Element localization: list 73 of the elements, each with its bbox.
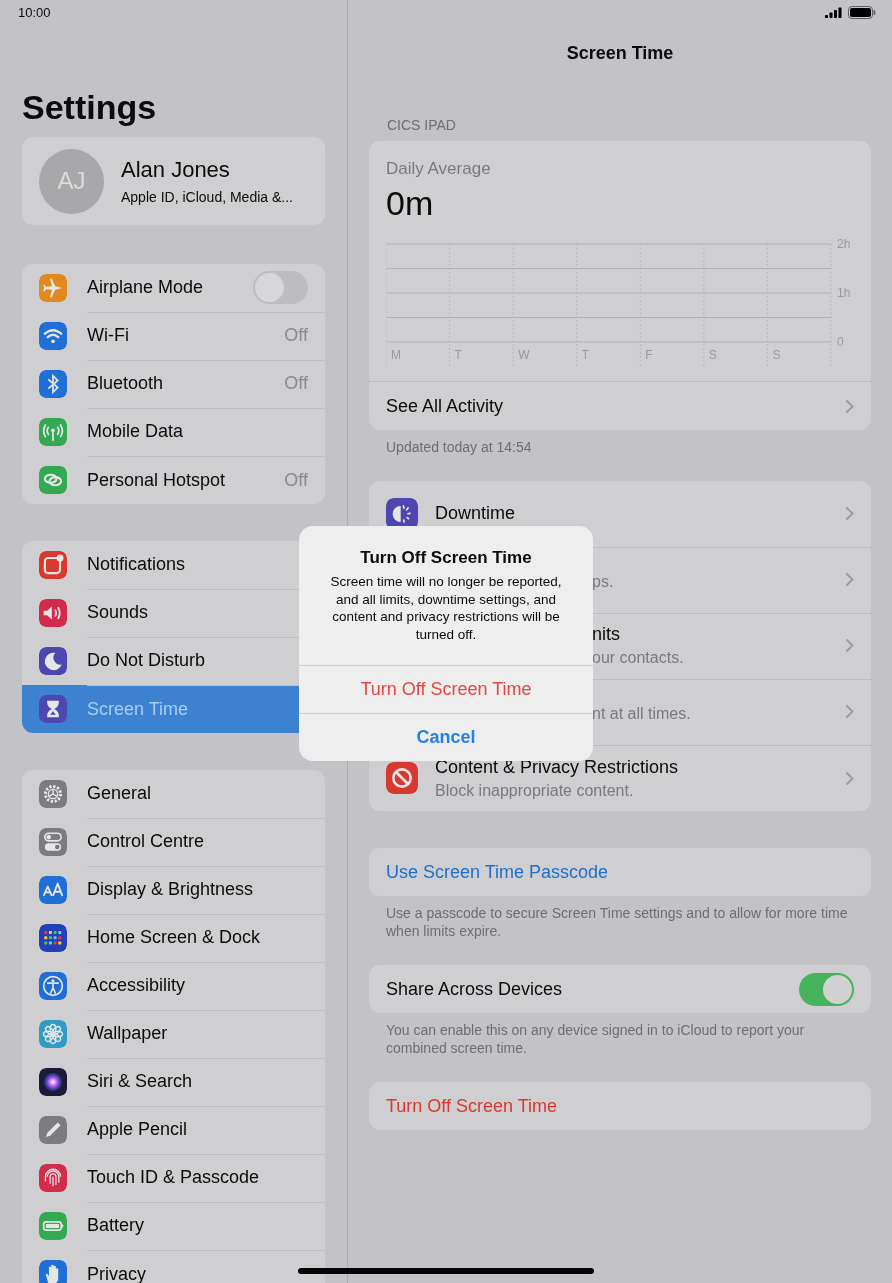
item-label: General (87, 783, 153, 804)
profile-subtitle: Apple ID, iCloud, Media &... (121, 189, 293, 205)
battery-icon (848, 6, 876, 19)
settings-item[interactable]: Airplane Mode (22, 264, 325, 312)
item-label: Home Screen & Dock (87, 927, 262, 948)
item-label: Wi-Fi (87, 325, 130, 346)
chevron-icon (845, 770, 854, 786)
section-label: CICS IPAD (387, 117, 457, 133)
item-value: Off (284, 469, 308, 491)
settings-item[interactable]: Bluetooth Off (22, 360, 325, 408)
settings-item[interactable]: Wallpaper (22, 1010, 325, 1058)
chevron-icon (845, 704, 854, 719)
item-label: Battery (87, 1215, 146, 1236)
item-label: Display & Brightness (87, 879, 255, 900)
passcode-note: Use a passcode to secure Screen Time settings and to allow for more time when limits expire. (385, 904, 849, 940)
share-note: You can enable this on any device signed in to iCloud to report your combined screen time. (385, 1021, 806, 1057)
item-label: Mobile Data (87, 421, 185, 442)
item-label: Sounds (87, 602, 150, 623)
settings-item[interactable]: Home Screen & Dock (22, 914, 325, 962)
settings-item[interactable]: Touch ID & Passcode (22, 1154, 325, 1202)
item-label: Bluetooth (87, 373, 165, 394)
item-label: Screen Time (87, 698, 190, 720)
settings-item[interactable]: Sounds (22, 589, 299, 637)
updated-note: Updated today at 14:54 (385, 438, 533, 456)
chevron-icon (845, 506, 854, 521)
item-label: Airplane Mode (87, 277, 205, 298)
daily-average-value: 0m (385, 184, 435, 223)
settings-item[interactable]: General (22, 770, 325, 818)
chevron-icon (845, 398, 854, 414)
settings-item[interactable]: Control Centre (22, 818, 325, 866)
daily-average-label: Daily Average (385, 159, 492, 179)
item-label: Siri & Search (87, 1071, 194, 1092)
settings-item[interactable]: Do Not Disturb (22, 637, 299, 685)
item-label: Touch ID & Passcode (87, 1167, 261, 1188)
feature-subtitle: nt at all times. (592, 704, 692, 723)
toggle-switch[interactable] (253, 271, 308, 304)
status-time: 10:00 (18, 5, 51, 20)
settings-item[interactable]: Accessibility (22, 962, 325, 1010)
item-label: Do Not Disturb (87, 650, 207, 671)
page-title: Screen Time (565, 43, 675, 63)
settings-item[interactable]: Wi-Fi Off (22, 312, 325, 360)
share-label: Share Across Devices (386, 978, 564, 1000)
feature-subtitle: our contacts. (592, 649, 685, 667)
item-label: Apple Pencil (87, 1119, 189, 1140)
item-value: Off (284, 373, 308, 394)
feature-title: Downtime (435, 503, 517, 524)
feature-subtitle: Block inappropriate content. (435, 781, 635, 800)
chevron-icon (845, 638, 854, 653)
feature-title: nits (592, 624, 621, 645)
profile-name: Alan Jones (121, 157, 231, 183)
settings-item[interactable]: Mobile Data (22, 408, 325, 456)
feature-subtitle: ps. (592, 572, 615, 591)
toggle-switch[interactable] (799, 972, 854, 1006)
item-label: Privacy (87, 1263, 147, 1283)
item-label: Accessibility (87, 975, 187, 996)
settings-item[interactable]: Display & Brightness (22, 866, 325, 914)
item-label: Control Centre (87, 831, 206, 852)
settings-title: Settings (22, 87, 158, 127)
settings-item[interactable]: Privacy (22, 1250, 325, 1283)
settings-item[interactable]: Personal Hotspot Off (22, 456, 325, 504)
alert-title: Turn Off Screen Time (359, 547, 533, 568)
chevron-icon (845, 572, 854, 587)
settings-item[interactable]: Apple Pencil (22, 1106, 325, 1154)
see-all-activity-row[interactable]: See All Activity (369, 381, 871, 430)
item-label: Notifications (87, 554, 187, 575)
settings-item[interactable]: Siri & Search (22, 1058, 325, 1106)
signal-icon (825, 7, 843, 18)
item-label: Wallpaper (87, 1023, 169, 1044)
settings-item[interactable]: Battery (22, 1202, 325, 1250)
alert-message: Screen time will no longer be reported, and all limits, downtime settings, and content and privacy restrictions will be turned off. (329, 573, 563, 644)
item-label: Personal Hotspot (87, 469, 227, 491)
item-value: Off (284, 325, 308, 346)
settings-item[interactable]: Notifications (22, 541, 299, 589)
